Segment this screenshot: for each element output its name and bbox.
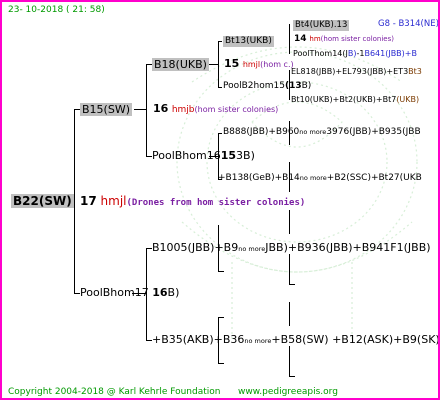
connector-line <box>289 254 290 284</box>
b888-text-start: B888(JBB)+B960 <box>223 127 300 137</box>
date-stamp: 23- 10-2018 ( 21: 58) <box>8 5 105 15</box>
gen4-queen-tag: hm <box>309 35 321 43</box>
pool14-entry[interactable]: PoolThom14(JB)-1B641(JBB)+B <box>293 50 417 58</box>
b18-generation-number: 15 <box>224 57 240 70</box>
root-queen-name[interactable]: B22(SW) <box>11 194 74 208</box>
b138-no-more: no more <box>299 174 327 182</box>
b18-queen-name[interactable]: B18(UKB) <box>152 58 209 71</box>
poolb2-prefix: PoolB2hom15 <box>223 81 285 91</box>
connector-line <box>289 284 295 285</box>
root-queen-tag: hmjl <box>100 194 127 208</box>
gen4-hom-info: 14 hm(hom sister colonies) <box>294 35 394 44</box>
connector-line <box>218 133 222 134</box>
dam-pool-number: 16 <box>152 286 168 299</box>
bt13-queen-name[interactable]: Bt13(UKB) <box>223 36 274 47</box>
connector-line <box>218 363 224 364</box>
gen4-generation-number: 14 <box>294 34 307 44</box>
bt10-text: Bt10(UKB)+Bt2(UKB)+Bt7 <box>291 95 397 104</box>
root-queen-info: 17 hmjl(Drones from hom sister colonies) <box>80 195 305 208</box>
bt10-suffix: (UKB) <box>396 95 420 104</box>
root-drone-note: (Drones from hom sister colonies) <box>126 198 306 208</box>
b35-drone-list[interactable]: +B35(AKB)+B36no more+B58(SW) +B12(ASK)+B… <box>152 333 440 346</box>
poolb2-suffix: B) <box>301 81 312 91</box>
b1005-no-more: no more <box>238 245 266 253</box>
connector-line <box>289 24 290 54</box>
footer-url[interactable]: www.pedigreeapis.org <box>238 388 338 397</box>
poolb16-prefix: PoolBhom16 <box>152 149 221 162</box>
dam-pool-suffix: B) <box>167 286 180 299</box>
connector-line <box>289 302 290 326</box>
b18-drone-note: (hom c.) <box>260 60 294 69</box>
sire-generation-number: 16 <box>153 102 169 115</box>
b888-drone-list[interactable]: B888(JBB)+B960no more3976(JBB)+B935(JBB <box>223 128 421 137</box>
b1005-text-start: B1005(JBB)+B9 <box>152 241 239 254</box>
el818-suffix: Bt3 <box>408 67 422 76</box>
connector-line <box>289 376 295 377</box>
b888-text-end: 3976(JBB)+B935(JBB <box>326 127 421 137</box>
poolb16-number: 15 <box>220 149 237 162</box>
connector-line <box>218 317 224 318</box>
connector-line <box>218 271 224 272</box>
connector-line <box>209 64 218 65</box>
bt4-pedigree-ref[interactable]: G8 - B314(NE) <box>378 20 438 29</box>
poolb2-number: (13 <box>284 81 302 91</box>
footer-copyright: Copyright 2004-2018 @ Karl Kehrle Founda… <box>8 387 221 397</box>
b18-queen-tag: hmjl <box>242 60 261 69</box>
pool14-prefix: PoolThom14(J <box>293 49 348 58</box>
root-generation-number: 17 <box>80 194 97 208</box>
el818-drone-list[interactable]: EL818(JBB)+EL793(JBB)+ET3Bt3 <box>291 68 422 76</box>
b888-no-more: no more <box>299 128 327 136</box>
b35-text-start: +B35(AKB)+B36 <box>152 333 245 346</box>
b18-queen-info: 15 hmjl(hom c.) <box>224 58 294 69</box>
sire-queen-name[interactable]: B15(SW) <box>80 103 132 116</box>
bt4-queen-name[interactable]: Bt4(UKB).13 <box>293 20 350 31</box>
pedigree-frame: 23- 10-2018 ( 21: 58) B22(SW) 17 hmjl(Dr… <box>0 0 440 400</box>
gen4-drone-note: (hom sister colonies) <box>320 35 394 43</box>
connector-line <box>74 109 75 293</box>
b138-text-start: +B138(GeB)+B14 <box>218 173 300 183</box>
sire-drone-note: (hom sister colonies) <box>194 105 279 114</box>
sire-queen-info: 16 hmjb(hom sister colonies) <box>153 103 278 115</box>
b1005-text-end: JBB)+B936(JBB)+B941F1(JBB) <box>265 241 431 254</box>
dam-pool-prefix: PoolBhom17 <box>80 286 149 299</box>
connector-line <box>289 210 290 234</box>
b35-no-more: no more <box>244 337 272 345</box>
connector-line <box>218 41 219 87</box>
connector-line <box>134 109 146 110</box>
poolb2-name[interactable]: PoolB2hom15(13B) <box>223 82 311 91</box>
poolb16-suffix: 3B) <box>236 149 255 162</box>
connector-line <box>146 64 147 156</box>
b138-text-end: +B2(SSC)+Bt27(UKB <box>326 173 422 183</box>
poolb16-name[interactable]: PoolBhom16153B) <box>152 150 255 161</box>
b138-drone-list[interactable]: +B138(GeB)+B14no more+B2(SSC)+Bt27(UKB <box>218 174 422 183</box>
el818-text: EL818(JBB)+EL793(JBB)+ET3 <box>291 67 409 76</box>
bt10-drone-list[interactable]: Bt10(UKB)+Bt2(UKB)+Bt7(UKB) <box>291 96 419 104</box>
connector-line <box>218 87 222 88</box>
b35-text-end: +B58(SW) +B12(ASK)+B9(SK)+ <box>271 333 440 346</box>
dam-pool-name[interactable]: PoolBhom17 16B) <box>80 287 179 298</box>
connector-line <box>289 346 290 376</box>
b1005-drone-list[interactable]: B1005(JBB)+B9no moreJBB)+B936(JBB)+B941F… <box>152 242 431 253</box>
pool14-drones: B641(JBB)+B <box>364 49 417 58</box>
connector-line <box>218 41 222 42</box>
sire-queen-tag: hmjb <box>171 105 195 115</box>
